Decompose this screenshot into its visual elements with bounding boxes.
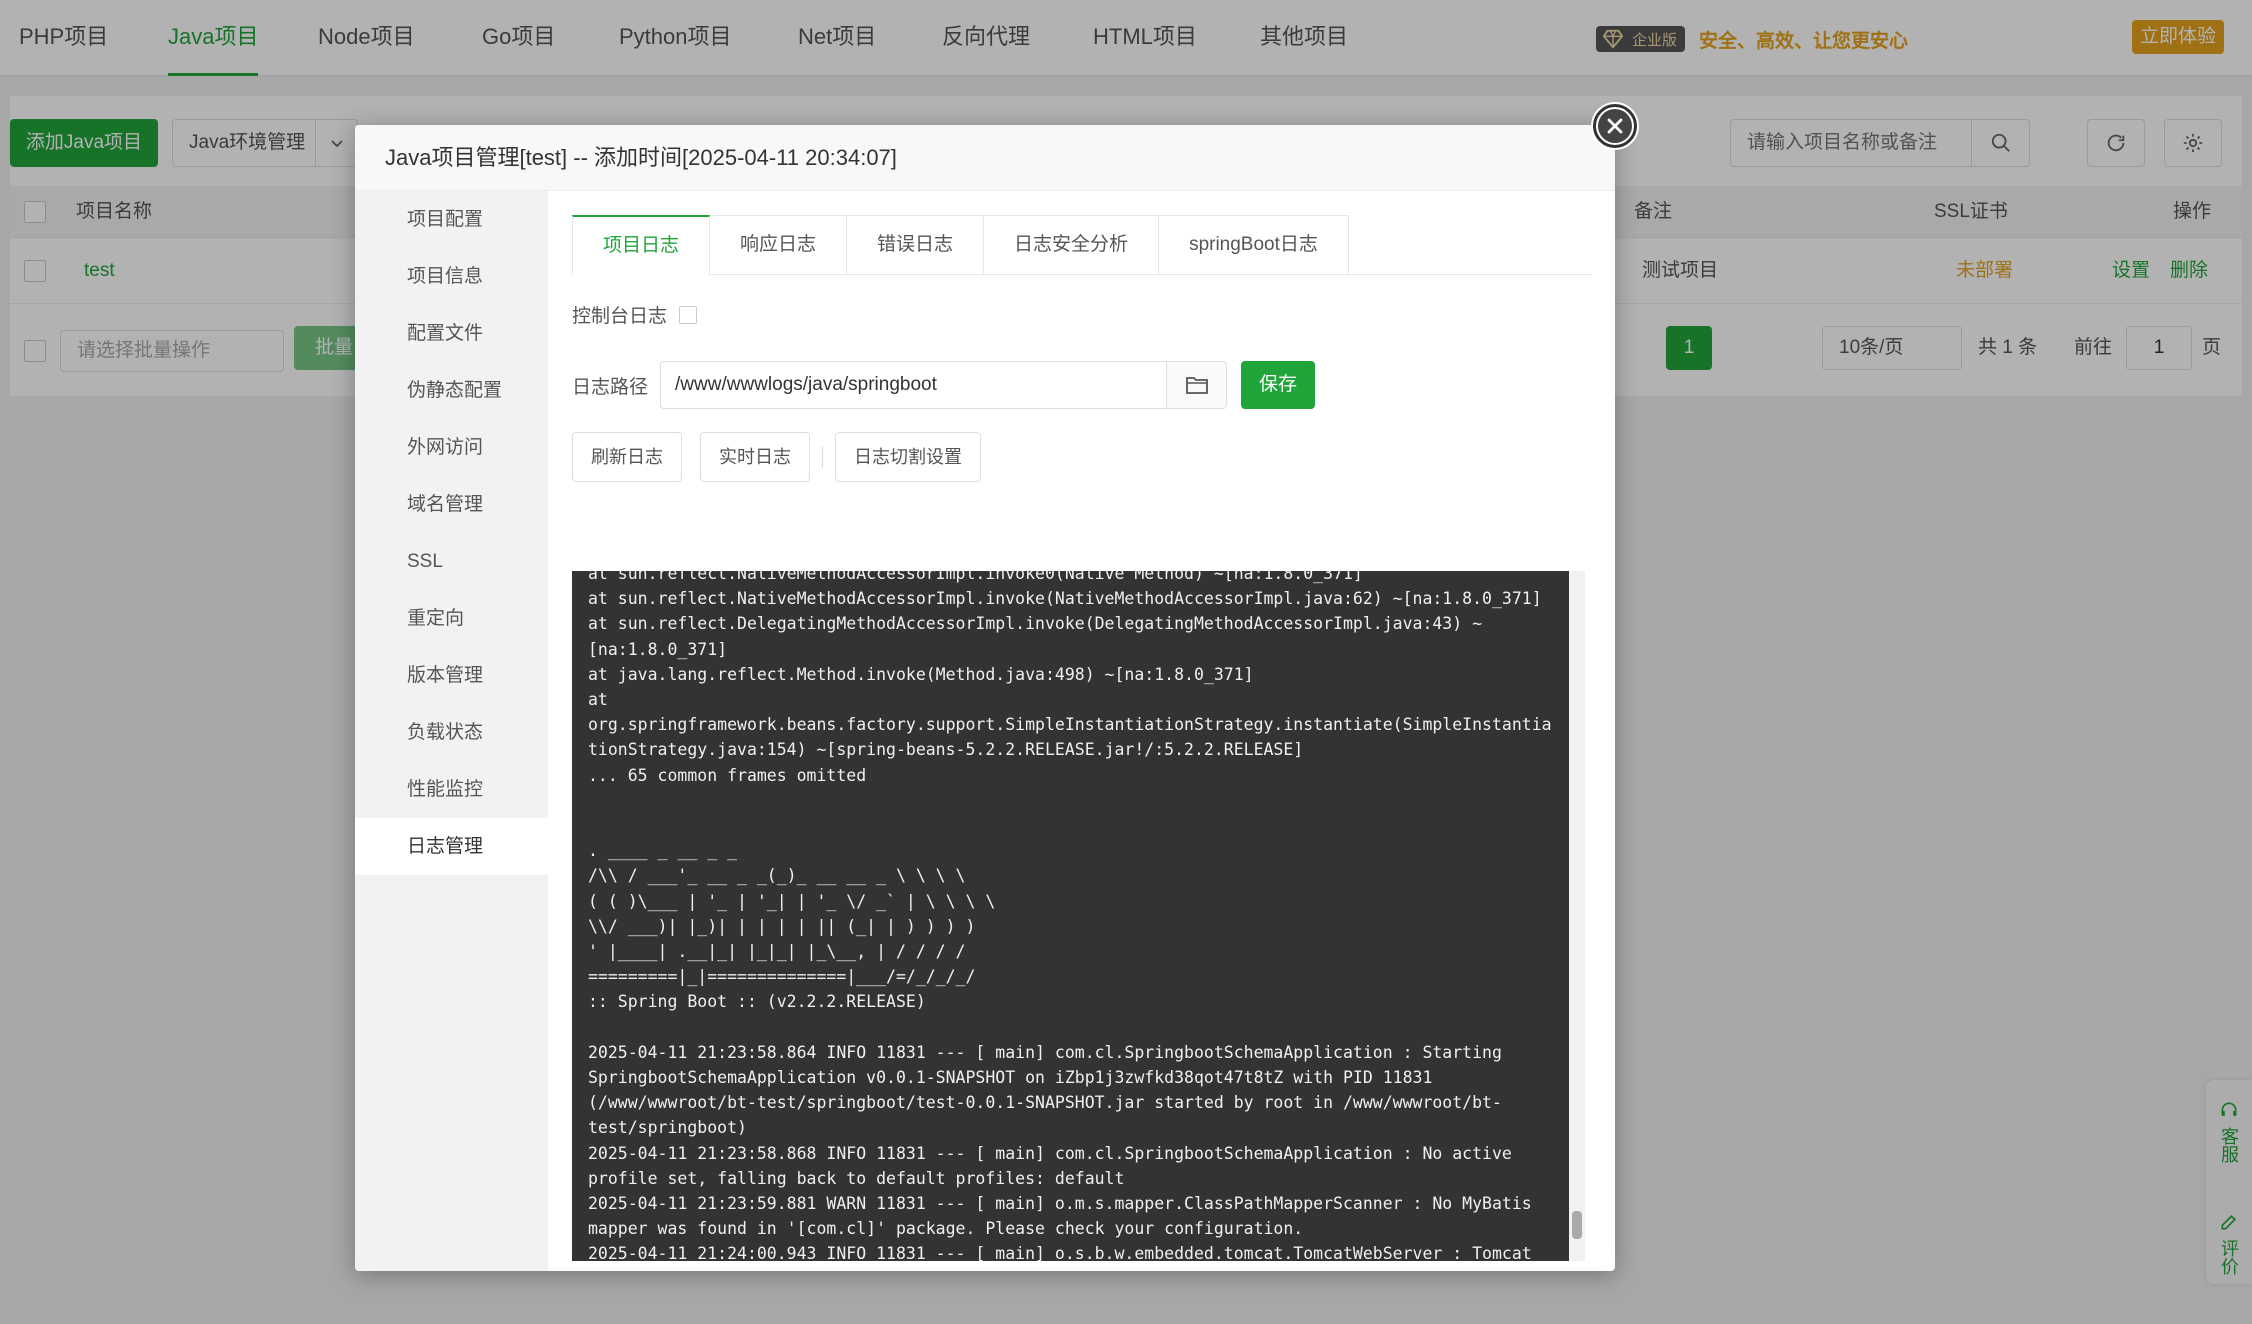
- console-log-label: 控制台日志: [572, 306, 668, 327]
- log-text: at sun.reflect.NativeMethodAccessorImpl.…: [588, 571, 1552, 1261]
- menu-item-config-file[interactable]: 配置文件: [355, 305, 548, 362]
- modal-content: 项目日志 响应日志 错误日志 日志安全分析 springBoot日志 控制台日志…: [548, 191, 1615, 1271]
- java-project-modal: Java项目管理[test] -- 添加时间[2025-04-11 20:34:…: [355, 125, 1615, 1271]
- realtime-log-button[interactable]: 实时日志: [700, 432, 810, 482]
- log-path-input[interactable]: [660, 361, 1168, 409]
- tab-project-log[interactable]: 项目日志: [572, 215, 711, 275]
- menu-item-load-status[interactable]: 负载状态: [355, 704, 548, 761]
- log-scrollbar[interactable]: [1569, 571, 1585, 1261]
- log-scroll-thumb[interactable]: [1572, 1211, 1582, 1239]
- menu-item-log-manage[interactable]: 日志管理: [355, 818, 548, 875]
- refresh-log-button[interactable]: 刷新日志: [572, 432, 682, 482]
- log-path-label: 日志路径: [572, 376, 649, 398]
- console-log-checkbox[interactable]: [679, 305, 698, 324]
- modal-title: Java项目管理[test] -- 添加时间[2025-04-11 20:34:…: [355, 125, 1615, 191]
- menu-item-external-access[interactable]: 外网访问: [355, 419, 548, 476]
- log-output[interactable]: at sun.reflect.NativeMethodAccessorImpl.…: [572, 571, 1585, 1261]
- console-log-row: 控制台日志: [572, 301, 698, 328]
- tab-log-security[interactable]: 日志安全分析: [984, 215, 1160, 275]
- tab-response-log[interactable]: 响应日志: [710, 215, 848, 275]
- menu-item-version[interactable]: 版本管理: [355, 647, 548, 704]
- menu-item-project-info[interactable]: 项目信息: [355, 248, 548, 305]
- modal-side-menu: 项目配置 项目信息 配置文件 伪静态配置 外网访问 域名管理 SSL 重定向 版…: [355, 191, 548, 1271]
- log-rotate-settings-button[interactable]: 日志切割设置: [835, 432, 981, 482]
- log-actions: 刷新日志 实时日志 日志切割设置: [572, 432, 981, 482]
- menu-item-rewrite[interactable]: 伪静态配置: [355, 362, 548, 419]
- tab-error-log[interactable]: 错误日志: [847, 215, 985, 275]
- menu-item-performance[interactable]: 性能监控: [355, 761, 548, 818]
- tab-springboot-log[interactable]: springBoot日志: [1159, 215, 1349, 275]
- menu-item-project-config[interactable]: 项目配置: [355, 191, 548, 248]
- menu-item-ssl[interactable]: SSL: [355, 533, 548, 590]
- log-tabs: 项目日志 响应日志 错误日志 日志安全分析 springBoot日志: [572, 215, 1592, 275]
- folder-icon: [1185, 377, 1208, 394]
- menu-item-redirect[interactable]: 重定向: [355, 590, 548, 647]
- folder-picker-button[interactable]: [1167, 361, 1228, 409]
- save-button[interactable]: 保存: [1241, 361, 1316, 409]
- close-icon: [1598, 109, 1632, 143]
- log-path-row: 日志路径 保存: [572, 361, 1316, 409]
- modal-close-button[interactable]: [1593, 104, 1637, 148]
- divider: [822, 446, 823, 468]
- menu-item-domain[interactable]: 域名管理: [355, 476, 548, 533]
